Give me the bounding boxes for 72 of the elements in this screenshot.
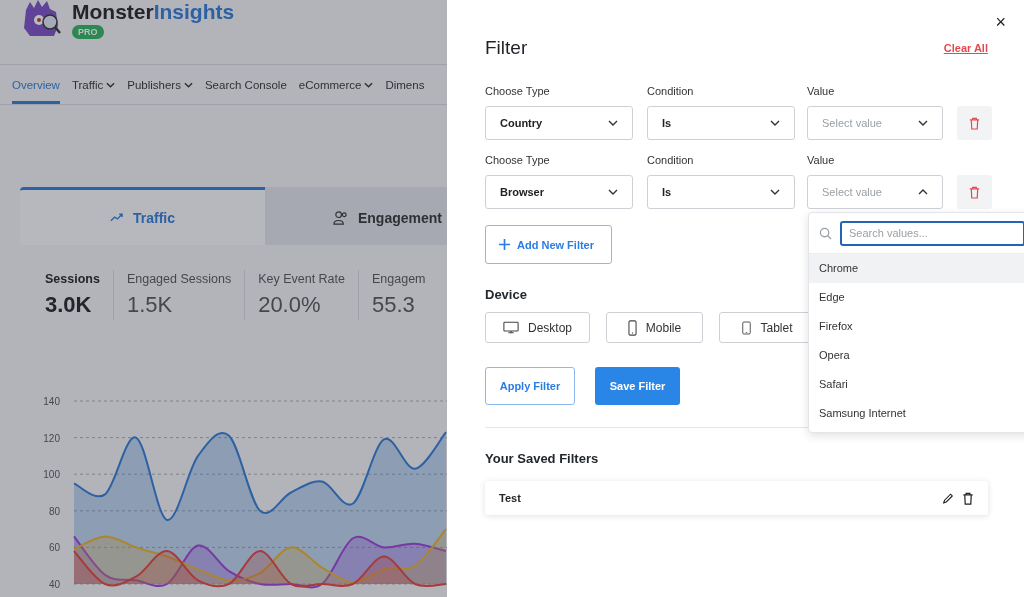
metric-label: Engagem <box>372 272 426 286</box>
field-label: Value <box>807 85 836 99</box>
chevron-down-icon <box>918 120 928 126</box>
edit-icon[interactable] <box>942 491 954 505</box>
axis-tick-label: 140 <box>43 396 60 407</box>
chevron-down-icon <box>770 189 780 195</box>
type-select[interactable]: Browser <box>485 175 633 209</box>
brand-name: MonsterInsights <box>72 1 235 23</box>
field-label: Condition <box>647 154 695 168</box>
axis-tick-label: 40 <box>48 579 60 590</box>
chevron-down-icon <box>183 81 193 88</box>
monitor-icon <box>503 321 519 334</box>
metric-value: 1.5K <box>126 292 174 318</box>
panel-title: Filter <box>485 37 528 59</box>
pro-badge: PRO <box>72 25 104 39</box>
nav-tab[interactable]: Dimens <box>385 65 425 104</box>
dropdown-option[interactable]: Edge <box>809 283 1024 312</box>
delete-button[interactable] <box>957 106 992 140</box>
device-button[interactable]: Desktop <box>485 312 590 343</box>
save-filter-button[interactable]: Save Filter <box>595 367 680 405</box>
apply-filter-button[interactable]: Apply Filter <box>485 367 575 405</box>
axis-tick-label: 60 <box>48 542 60 554</box>
clear-all-link[interactable]: Clear All <box>943 42 988 54</box>
saved-filter-name: Test <box>499 492 522 504</box>
metric-label: Engaged Sessions <box>126 272 232 286</box>
phone-icon <box>627 319 637 336</box>
close-button[interactable]: × <box>995 12 1006 33</box>
field-label: Condition <box>647 85 695 99</box>
search-icon <box>819 226 832 240</box>
dropdown-option[interactable]: Samsung Internet <box>809 399 1024 428</box>
search-field[interactable]: Search values... <box>840 220 1024 246</box>
saved-filter-card[interactable]: Test <box>485 481 988 515</box>
add-filter-button[interactable]: Add New Filter <box>485 225 612 264</box>
condition-select[interactable]: Is <box>647 175 795 209</box>
dropdown-option[interactable]: Chrome <box>809 254 1024 283</box>
metric-value: 3.0K <box>45 292 93 318</box>
chevron-down-icon <box>608 189 618 195</box>
nav-tab[interactable]: Search Console <box>204 65 287 104</box>
delete-icon[interactable] <box>962 491 974 505</box>
chevron-up-icon <box>918 189 928 195</box>
dropdown-option[interactable]: Safari <box>809 370 1024 399</box>
metric-label: Key Event Rate <box>258 272 345 286</box>
field-label: Value <box>807 154 836 168</box>
nav-tab[interactable]: eCommerce <box>298 65 374 104</box>
axis-tick-label: 120 <box>43 432 60 444</box>
metric-value: 55.3 <box>372 292 416 318</box>
field-label: Choose Type <box>485 85 551 99</box>
chevron-down-icon <box>770 120 780 126</box>
dropdown-option[interactable]: Opera <box>809 341 1024 370</box>
users-icon <box>333 210 348 225</box>
tablet-icon <box>742 319 752 336</box>
trash-icon <box>969 185 980 199</box>
axis-tick-label: 100 <box>43 469 60 481</box>
chevron-down-icon <box>364 81 374 88</box>
condition-select[interactable]: Is <box>647 106 795 140</box>
device-button[interactable]: Mobile <box>606 312 703 343</box>
chevron-down-icon <box>608 120 618 126</box>
nav-tab[interactable]: Traffic <box>71 65 116 104</box>
section-heading: Your Saved Filters <box>485 451 599 467</box>
chevron-down-icon <box>106 81 116 88</box>
report-tab[interactable]: Engagement <box>265 187 447 245</box>
axis-tick-label: 80 <box>48 505 60 517</box>
nav-tab[interactable]: Publishers <box>127 65 193 104</box>
trend-line-icon <box>110 212 123 223</box>
metric-value: 20.0% <box>258 292 322 318</box>
plus-icon <box>498 238 511 251</box>
field-label: Choose Type <box>485 154 551 168</box>
trash-icon <box>969 116 980 130</box>
section-heading: Device <box>485 287 527 303</box>
delete-button[interactable] <box>957 175 992 209</box>
type-select[interactable]: Country <box>485 106 633 140</box>
metric-label: Sessions <box>45 272 100 286</box>
